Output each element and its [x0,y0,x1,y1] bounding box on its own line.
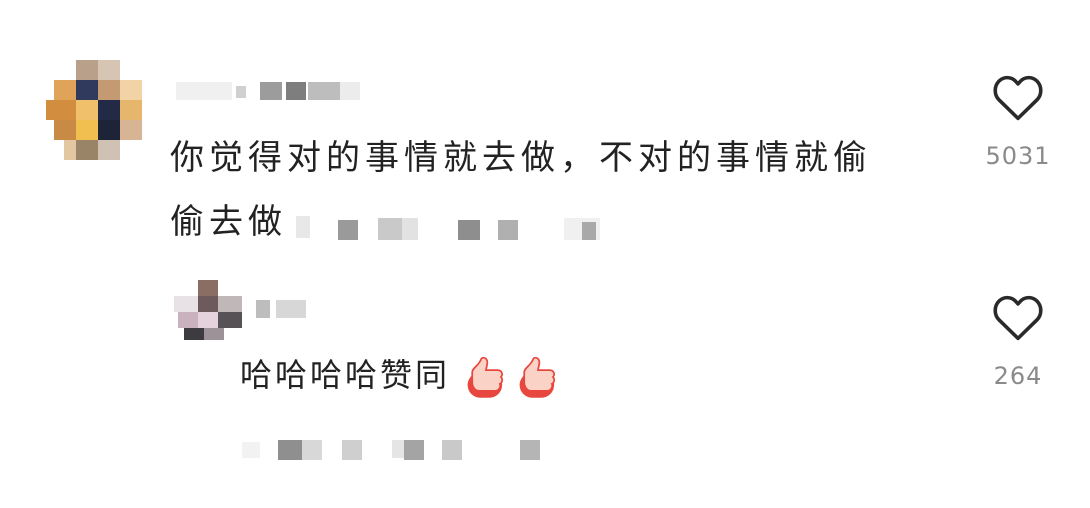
replier-avatar[interactable] [164,280,242,340]
reply-like[interactable]: 264 [984,292,1052,390]
thumbs-up-icon [519,356,556,398]
reply-text-label: 哈哈哈哈赞同 [240,356,451,394]
reply-text: 哈哈哈哈赞同 [240,350,561,400]
heart-outline-icon[interactable] [991,72,1045,122]
comment-text-line2: 偷去做 [170,202,287,242]
comment-like[interactable]: 5031 [984,72,1052,170]
heart-outline-icon[interactable] [991,292,1045,342]
like-count: 5031 [985,142,1051,170]
commenter-avatar[interactable] [46,60,142,160]
thumbs-up-icon [467,356,504,398]
reply-footer-blurred [242,436,552,462]
commenter-username-blurred[interactable] [176,78,366,102]
comment-text-line1: 你觉得对的事情就去做，不对的事情就偷 [170,138,872,178]
comment-text-blurred [296,214,606,244]
like-count: 264 [993,362,1043,390]
replier-username-blurred[interactable] [250,296,330,320]
